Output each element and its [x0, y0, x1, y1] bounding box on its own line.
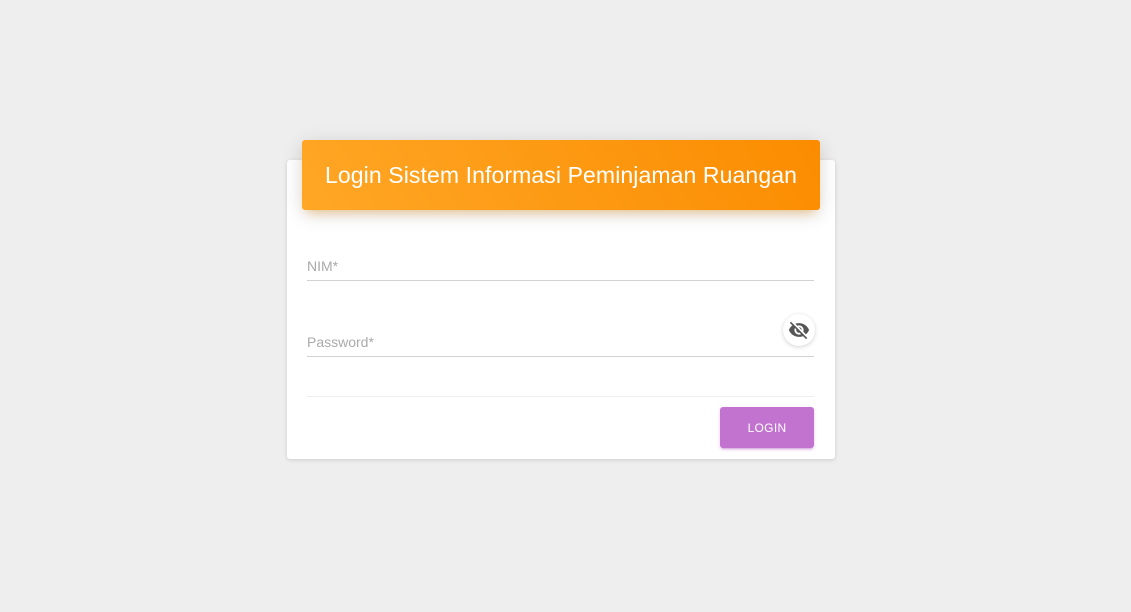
- eye-off-icon: [788, 321, 810, 340]
- password-input[interactable]: [307, 330, 774, 354]
- login-button[interactable]: LOGIN: [720, 407, 814, 448]
- password-field: Password*: [307, 328, 814, 357]
- nim-input[interactable]: [307, 254, 774, 278]
- password-visibility-toggle[interactable]: [783, 314, 815, 346]
- footer-divider: [307, 396, 814, 397]
- card-header: Login Sistem Informasi Peminjaman Ruanga…: [302, 140, 820, 210]
- nim-field: NIM*: [307, 252, 814, 281]
- page-title: Login Sistem Informasi Peminjaman Ruanga…: [324, 161, 797, 188]
- login-card: Login Sistem Informasi Peminjaman Ruanga…: [287, 140, 835, 459]
- login-page: Login Sistem Informasi Peminjaman Ruanga…: [0, 0, 1131, 612]
